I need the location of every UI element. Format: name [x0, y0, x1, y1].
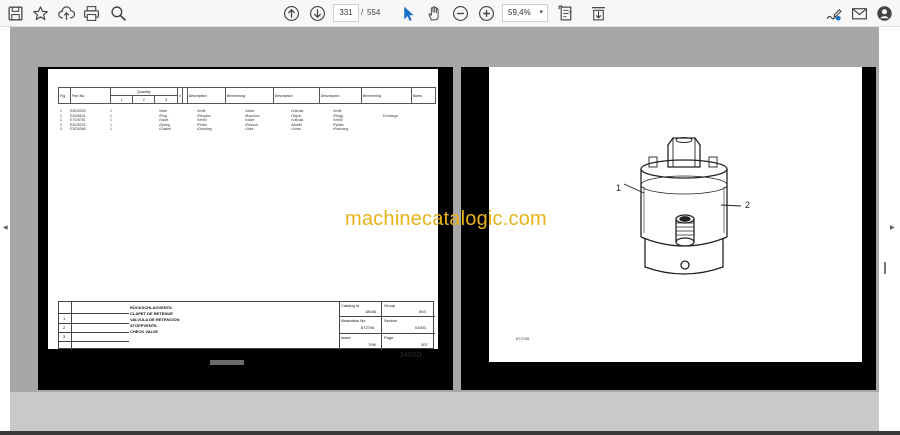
rev-2: 2: [63, 325, 66, 330]
issue-value: 7/96: [368, 342, 376, 347]
page-down-icon[interactable]: [306, 3, 328, 23]
col-quantity: Quantity: [110, 87, 178, 96]
zoom-in-icon[interactable]: [475, 3, 497, 23]
col-q1: 1: [109, 95, 134, 104]
col-q2: 2: [132, 95, 156, 104]
scrollbar-thumb[interactable]: [884, 262, 886, 274]
star-icon[interactable]: [29, 3, 51, 23]
parts-rows: 1 E3029325 1 Valve Ventil •Valve •Válvul…: [60, 109, 434, 132]
prev-page-arrow-icon[interactable]: ◀: [3, 224, 8, 231]
callout-2: 2: [745, 200, 751, 210]
col-q3: 3: [154, 95, 178, 104]
scan-stamp: [210, 360, 244, 365]
fit-chevron-icon[interactable]: ▾: [569, 9, 572, 16]
catalog-label: Catalog Id: [341, 303, 360, 308]
illustration-value: 672706: [361, 325, 375, 330]
rev-1: 1: [63, 316, 66, 321]
callout-1: 1: [616, 183, 622, 193]
mail-icon[interactable]: [848, 3, 870, 23]
col-part-no: Part No.: [70, 87, 111, 104]
fit-page-icon[interactable]: [555, 3, 577, 23]
col-fig: Fig.: [58, 87, 71, 104]
zoom-magnifier-icon[interactable]: [107, 3, 129, 23]
col-description-fr: Description: [272, 87, 320, 104]
upload-icon[interactable]: [55, 3, 77, 23]
illustration-reference: 672706: [516, 336, 530, 341]
title-fr: CLAPET DE RETENUE: [130, 311, 173, 316]
rev-3: 3: [63, 334, 66, 339]
next-page-arrow-icon[interactable]: ▶: [890, 224, 895, 231]
page-label: Page: [384, 335, 394, 340]
zoom-out-icon[interactable]: [449, 3, 471, 23]
col-descripcion: Descripción: [318, 87, 362, 104]
title-en: CHECK VALVE: [130, 329, 159, 334]
check-valve-drawing: [623, 137, 742, 275]
account-icon[interactable]: [873, 3, 895, 23]
title-de: RÜCKSCHLAGVENTIL: [130, 305, 173, 310]
sign-icon[interactable]: [822, 3, 844, 23]
download-scroll-icon[interactable]: [587, 3, 609, 23]
issue-label: Issue: [341, 335, 351, 340]
machine-model: 340SD: [400, 352, 422, 359]
viewer-toolbar: 331 / 554 59,4% ▾ ▾: [0, 0, 900, 27]
page-number-input[interactable]: 331: [333, 4, 359, 22]
title-es: VALVULA DE RETENCION: [130, 317, 180, 322]
zoom-select[interactable]: 59,4% ▾: [502, 4, 548, 22]
illustration-label: Illustration No: [341, 318, 366, 323]
next-page-preview: [10, 392, 879, 431]
title-sv: STOPPVENTIL: [130, 323, 158, 328]
bottom-edge: [0, 431, 900, 435]
catalog-value: 18046: [365, 309, 377, 314]
select-cursor-icon[interactable]: [397, 3, 419, 23]
group-label: Group: [384, 303, 396, 308]
title-block: 1 2 3 RÜCKSCHLAGVENTIL CLAPET DE RETENUE…: [58, 301, 435, 350]
page-total: 554: [367, 8, 381, 17]
group-value: 593: [419, 309, 426, 314]
hand-icon[interactable]: [423, 3, 445, 23]
parts-table-header: Fig. Part No. Quantity 4 Description Ben…: [58, 87, 437, 104]
col-benennung: Benennung: [224, 87, 274, 104]
pdf-viewer-app: 331 / 554 59,4% ▾ ▾ Fig. Part No. Quanti…: [0, 0, 900, 435]
document-viewport[interactable]: Fig. Part No. Quantity 4 Description Ben…: [0, 27, 900, 431]
page-up-icon[interactable]: [280, 3, 302, 23]
zoom-value: 59,4%: [508, 8, 531, 17]
page-canvas: Fig. Part No. Quantity 4 Description Ben…: [10, 27, 879, 392]
col-benemning: Benemning: [360, 87, 412, 104]
save-icon[interactable]: [4, 3, 26, 23]
section-label: Section: [384, 318, 398, 323]
page-separator: /: [361, 8, 364, 17]
col-description: Description: [186, 87, 226, 104]
table-row: 3 E3026368 1 •Gasket •Dichtung •Joint •J…: [60, 127, 349, 131]
section-value: 01001: [415, 325, 427, 330]
watermark: machinecatalogic.com: [345, 208, 547, 230]
chevron-down-icon: ▾: [539, 9, 543, 16]
page-value: 307: [421, 342, 428, 347]
print-icon[interactable]: [80, 3, 102, 23]
col-notes: Notes: [410, 87, 437, 104]
